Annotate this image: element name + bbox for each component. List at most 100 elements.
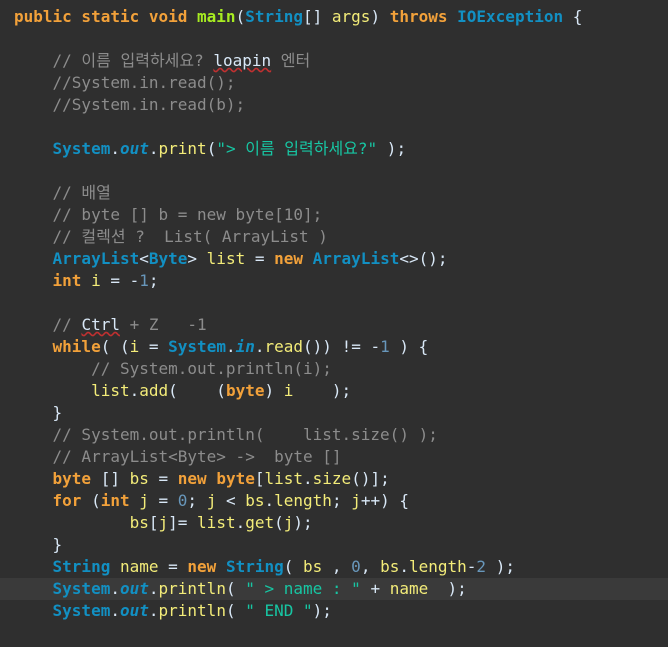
code-token: [] bbox=[100, 469, 130, 488]
code-token: int bbox=[100, 491, 140, 510]
code-token: size bbox=[312, 469, 352, 488]
code-token: . bbox=[399, 557, 409, 576]
code-token: ArrayList bbox=[312, 249, 400, 268]
code-token: ; bbox=[187, 491, 207, 510]
code-token: length bbox=[408, 557, 467, 576]
code-line[interactable]: public static void main(String[] args) t… bbox=[14, 6, 668, 28]
code-token: ( bbox=[225, 579, 246, 598]
code-token: list bbox=[206, 249, 246, 268]
code-token: // bbox=[14, 315, 82, 334]
code-token: = bbox=[139, 337, 169, 356]
code-line[interactable]: // 이름 입력하세요? loapin 엔터 bbox=[14, 50, 668, 72]
code-token: //System.in.read(); bbox=[14, 73, 236, 92]
code-token: ( bbox=[206, 139, 217, 158]
code-line[interactable] bbox=[14, 116, 668, 138]
code-token: in bbox=[235, 337, 255, 356]
code-line[interactable]: // System.out.println(i); bbox=[14, 358, 668, 380]
code-token: System bbox=[168, 337, 226, 356]
code-line[interactable]: bs[j]= list.get(j); bbox=[14, 512, 668, 534]
code-token: bs bbox=[303, 557, 323, 576]
code-token: String bbox=[52, 557, 120, 576]
code-line[interactable]: //System.in.read(b); bbox=[14, 94, 668, 116]
code-token: = bbox=[245, 249, 275, 268]
code-token: ( bbox=[225, 601, 246, 620]
code-token: = bbox=[148, 491, 178, 510]
code-token: ( bbox=[283, 557, 303, 576]
code-token: byte bbox=[52, 469, 101, 488]
code-token: list bbox=[264, 469, 304, 488]
code-line[interactable] bbox=[14, 292, 668, 314]
code-line[interactable]: // System.out.println( list.size() ); bbox=[14, 424, 668, 446]
code-line[interactable]: // 배열 bbox=[14, 182, 668, 204]
code-token: new byte bbox=[177, 469, 255, 488]
code-token: <>(); bbox=[399, 249, 448, 268]
code-token: int bbox=[52, 271, 92, 290]
code-line[interactable]: int i = -1; bbox=[14, 270, 668, 292]
code-token: // System.out.println(i); bbox=[14, 359, 332, 378]
code-token: . bbox=[148, 579, 159, 598]
code-line[interactable]: } bbox=[14, 402, 668, 424]
code-token: . bbox=[110, 601, 120, 620]
code-line[interactable]: System.out.println( " > name : " + name … bbox=[0, 578, 668, 600]
code-token: "> 이름 입력하세요?" bbox=[216, 139, 378, 158]
code-token: IOException bbox=[457, 7, 564, 26]
code-token: out bbox=[119, 139, 149, 158]
code-token: Byte bbox=[148, 249, 188, 268]
code-line[interactable]: System.out.println( " END "); bbox=[14, 600, 668, 622]
code-token: . bbox=[148, 601, 159, 620]
code-token: //System.in.read(b); bbox=[14, 95, 246, 114]
code-token: ); bbox=[486, 557, 515, 576]
code-token: while bbox=[52, 337, 101, 356]
code-token: . bbox=[110, 139, 120, 158]
code-token: { bbox=[563, 7, 583, 26]
code-token: print bbox=[158, 139, 207, 158]
code-line[interactable]: String name = new String( bs , 0, bs.len… bbox=[14, 556, 668, 578]
code-token: ( ( bbox=[100, 337, 130, 356]
code-line[interactable]: while( (i = System.in.read()) != -1 ) { bbox=[14, 336, 668, 358]
code-line[interactable]: for (int j = 0; j < bs.length; j++) { bbox=[14, 490, 668, 512]
code-line[interactable]: // Ctrl + Z -1 bbox=[14, 314, 668, 336]
code-line[interactable] bbox=[14, 160, 668, 182]
code-token: String bbox=[225, 557, 284, 576]
code-token: bs bbox=[129, 469, 149, 488]
code-line[interactable]: byte [] bs = new byte[list.size()]; bbox=[14, 468, 668, 490]
code-token: i bbox=[283, 381, 294, 400]
code-token: + bbox=[360, 579, 390, 598]
code-token: System bbox=[52, 579, 111, 598]
code-token: ()]; bbox=[351, 469, 390, 488]
code-token: // System.out.println( list.size() ); bbox=[14, 425, 438, 444]
code-line[interactable]: list.add( (byte) i ); bbox=[14, 380, 668, 402]
code-line[interactable]: // ArrayList<Byte> -> byte [] bbox=[14, 446, 668, 468]
code-token: " > name : " bbox=[245, 579, 361, 598]
code-token: args bbox=[331, 7, 371, 26]
code-line[interactable]: ArrayList<Byte> list = new ArrayList<>()… bbox=[14, 248, 668, 270]
code-line[interactable]: //System.in.read(); bbox=[14, 72, 668, 94]
code-token: get bbox=[245, 513, 275, 532]
code-token: 0 bbox=[177, 491, 188, 510]
code-token: ( bbox=[274, 513, 284, 532]
code-token: println bbox=[158, 579, 226, 598]
code-token: // byte [] b = new byte[10]; bbox=[14, 205, 323, 224]
code-token: > bbox=[187, 249, 207, 268]
code-editor[interactable]: public static void main(String[] args) t… bbox=[0, 0, 668, 647]
code-token: j bbox=[206, 491, 217, 510]
code-token: j bbox=[139, 491, 149, 510]
code-line[interactable]: // byte [] b = new byte[10]; bbox=[14, 204, 668, 226]
code-line[interactable]: } bbox=[14, 534, 668, 556]
code-token: // 배열 bbox=[14, 183, 111, 202]
code-line[interactable] bbox=[14, 28, 668, 50]
code-token: 0 bbox=[351, 557, 361, 576]
code-token: ) bbox=[264, 381, 284, 400]
code-token: j bbox=[158, 513, 169, 532]
code-line[interactable]: // 컬렉션 ? List( ArrayList ) bbox=[14, 226, 668, 248]
code-token: < bbox=[139, 249, 149, 268]
code-line[interactable]: System.out.print("> 이름 입력하세요?" ); bbox=[14, 138, 668, 160]
code-token: ]= bbox=[168, 513, 198, 532]
